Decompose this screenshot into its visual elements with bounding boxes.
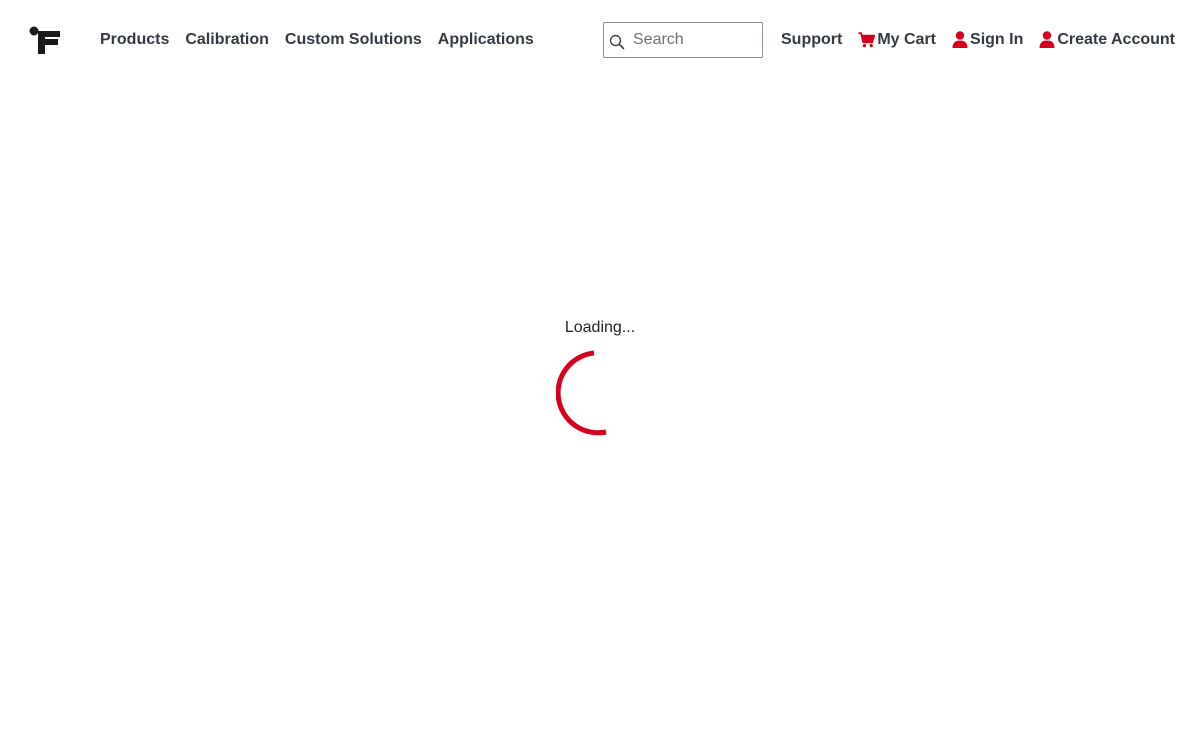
create-account-link[interactable]: Create Account	[1039, 30, 1175, 49]
brand-logo-icon[interactable]	[29, 26, 61, 54]
search-box	[603, 22, 763, 58]
cart-icon	[858, 31, 876, 47]
nav-item-applications[interactable]: Applications	[438, 30, 534, 49]
nav-item-products[interactable]: Products	[100, 30, 169, 49]
user-icon	[952, 31, 968, 48]
support-label: Support	[781, 31, 843, 48]
loading-spinner-icon	[556, 350, 607, 436]
loading-text: Loading...	[564, 319, 636, 336]
site-header: Products Calibration Custom Solutions Ap…	[0, 0, 1200, 80]
cart-label: My Cart	[877, 31, 937, 48]
sign-in-link[interactable]: Sign In	[952, 30, 1023, 49]
support-link[interactable]: Support	[781, 30, 842, 49]
search-icon[interactable]	[609, 34, 625, 50]
sign-in-label: Sign In	[970, 31, 1024, 48]
user-icon	[1039, 31, 1055, 48]
main-nav: Products Calibration Custom Solutions Ap…	[100, 30, 534, 49]
search-input[interactable]	[633, 23, 757, 57]
cart-link[interactable]: My Cart	[858, 30, 936, 49]
nav-item-calibration[interactable]: Calibration	[185, 30, 269, 49]
utility-nav: Support My Cart Sign In Create Account	[781, 30, 1175, 49]
nav-item-custom-solutions[interactable]: Custom Solutions	[285, 30, 422, 49]
create-account-label: Create Account	[1057, 31, 1175, 48]
